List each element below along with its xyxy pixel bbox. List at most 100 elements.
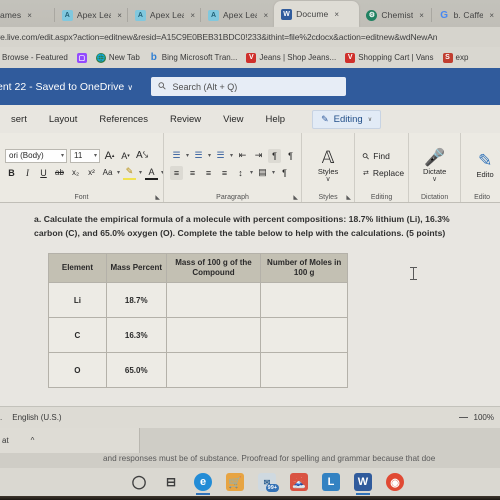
cell-mass-of-compound[interactable] bbox=[165, 352, 262, 388]
change-case-button[interactable]: Aa bbox=[101, 166, 114, 180]
cell-mass-percent[interactable]: 65.0% bbox=[105, 352, 167, 388]
table-row[interactable]: O 65.0% bbox=[48, 352, 348, 388]
align-left-button[interactable]: ≡ bbox=[170, 165, 183, 180]
chevron-down-icon[interactable]: ▾ bbox=[117, 169, 120, 176]
font-dialog-launcher-icon[interactable]: ◣ bbox=[155, 194, 160, 201]
superscript-button[interactable]: x² bbox=[85, 166, 98, 180]
browser-tab-0[interactable]: ames × bbox=[0, 3, 55, 27]
bullets-button[interactable]: ☰ bbox=[170, 149, 183, 163]
shading-button[interactable]: ▤ bbox=[256, 166, 269, 180]
browser-tab-2[interactable]: A Apex Lea × bbox=[128, 3, 202, 27]
browser-tab-5[interactable]: ⚙ Chemist × bbox=[359, 3, 432, 27]
align-center-button[interactable]: ≡ bbox=[186, 166, 199, 180]
paragraph-dialog-launcher-icon[interactable]: ◣ bbox=[293, 194, 298, 201]
italic-button[interactable]: I bbox=[21, 166, 34, 180]
chevron-down-icon[interactable]: ∨ bbox=[368, 116, 372, 123]
decrease-indent-button[interactable]: ⇤ bbox=[236, 149, 249, 163]
chevron-down-icon[interactable]: ▾ bbox=[250, 169, 253, 176]
find-button[interactable]: ⚲ Find bbox=[359, 150, 404, 162]
replace-button[interactable]: ⇄ Replace bbox=[359, 168, 404, 178]
lightroom-icon[interactable]: L bbox=[322, 473, 340, 491]
styles-dialog-launcher-icon[interactable]: ◣ bbox=[346, 194, 351, 201]
mail-icon[interactable]: ✉ 99+ bbox=[258, 473, 279, 492]
align-right-button[interactable]: ≡ bbox=[202, 166, 215, 180]
chevron-down-icon[interactable]: ∨ bbox=[325, 175, 330, 183]
tab-layout[interactable]: Layout bbox=[38, 114, 89, 125]
chevron-down-icon[interactable]: ▾ bbox=[61, 152, 64, 159]
chevron-down-icon[interactable]: ▾ bbox=[272, 169, 275, 176]
line-spacing-button[interactable]: ↕ bbox=[234, 166, 247, 180]
cell-mass-percent[interactable]: 18.7% bbox=[105, 282, 167, 318]
close-icon[interactable]: × bbox=[27, 11, 32, 20]
cell-element[interactable]: O bbox=[48, 352, 107, 388]
close-icon[interactable]: × bbox=[117, 11, 122, 20]
underline-button[interactable]: U bbox=[37, 166, 50, 180]
download-item-label[interactable]: at bbox=[2, 436, 9, 445]
table-row[interactable]: C 16.3% bbox=[48, 317, 348, 353]
zoom-out-button[interactable] bbox=[458, 417, 468, 418]
browser-tab-1[interactable]: A Apex Lea × bbox=[55, 3, 128, 27]
document-title[interactable]: ent 22 - Saved to OneDrive ∨ bbox=[0, 81, 133, 93]
close-icon[interactable]: × bbox=[190, 11, 195, 20]
cell-element[interactable]: Li bbox=[48, 282, 107, 318]
numbering-button[interactable]: ☰ bbox=[192, 149, 205, 163]
tab-help[interactable]: Help bbox=[255, 114, 297, 125]
store-icon[interactable]: 🛒 bbox=[226, 473, 244, 491]
chevron-up-icon[interactable]: ^ bbox=[31, 436, 35, 445]
firefox-icon[interactable]: 🗻 bbox=[290, 473, 308, 491]
shrink-font-button[interactable]: A ▾ bbox=[119, 149, 132, 163]
cell-mass-of-compound[interactable] bbox=[165, 282, 262, 318]
close-icon[interactable]: × bbox=[334, 10, 339, 19]
tab-insert[interactable]: sert bbox=[0, 114, 38, 125]
document-canvas[interactable]: a. Calculate the empirical formula of a … bbox=[0, 203, 500, 406]
bookmark-expedia[interactable]: S exp bbox=[442, 52, 468, 63]
chevron-down-icon[interactable]: ▾ bbox=[186, 152, 189, 159]
status-language[interactable]: English (U.S.) bbox=[12, 413, 61, 422]
cell-number-of-moles[interactable] bbox=[260, 282, 348, 318]
bookmark-bing-translate[interactable]: b Bing Microsoft Tran... bbox=[149, 52, 238, 63]
cortana-icon[interactable]: ◯ bbox=[130, 473, 148, 491]
tab-view[interactable]: View bbox=[212, 114, 254, 125]
chevron-down-icon[interactable]: ∨ bbox=[127, 83, 133, 92]
cell-number-of-moles[interactable] bbox=[260, 317, 348, 353]
strikethrough-button[interactable]: ab bbox=[53, 166, 66, 180]
cell-number-of-moles[interactable] bbox=[260, 352, 348, 388]
editor-button[interactable]: ✎ Edito bbox=[465, 149, 500, 179]
increase-indent-button[interactable]: ⇥ bbox=[252, 149, 265, 163]
justify-button[interactable]: ≡ bbox=[218, 166, 231, 180]
show-formatting-marks-button[interactable]: ¶ bbox=[278, 166, 291, 180]
chevron-down-icon[interactable]: ▾ bbox=[94, 152, 97, 159]
styles-button[interactable]: 𝔸 Styles ∨ bbox=[306, 146, 350, 183]
browser-tab-6[interactable]: G b. Caffei × bbox=[432, 3, 500, 27]
font-name-input[interactable]: ori (Body) ▾ bbox=[5, 148, 67, 163]
task-view-icon[interactable]: ⊟ bbox=[162, 473, 180, 491]
grow-font-button[interactable]: A ▴ bbox=[103, 149, 116, 163]
bookmark-browse-featured[interactable]: Browse - Featured bbox=[2, 53, 68, 62]
word-icon[interactable]: W bbox=[354, 473, 372, 495]
bookmark-shopping-cart-vans[interactable]: V Shopping Cart | Vans bbox=[345, 52, 434, 63]
chevron-down-icon[interactable]: ▾ bbox=[139, 169, 142, 176]
cell-element[interactable]: C bbox=[48, 317, 107, 353]
bookmark-new-tab[interactable]: 🌐 New Tab bbox=[95, 52, 140, 63]
edge-icon[interactable]: e bbox=[194, 473, 212, 495]
browser-tab-3[interactable]: A Apex Lea × bbox=[201, 3, 274, 27]
chevron-down-icon[interactable]: ▾ bbox=[208, 152, 211, 159]
multilevel-list-button[interactable]: ☰ bbox=[214, 149, 227, 163]
chevron-down-icon[interactable]: ▾ bbox=[230, 152, 233, 159]
address-bar[interactable]: ve.live.com/edit.aspx?action=editnew&res… bbox=[0, 27, 500, 47]
cell-mass-percent[interactable]: 16.3% bbox=[105, 317, 167, 353]
clear-formatting-icon[interactable]: A⤥ bbox=[135, 149, 149, 163]
close-icon[interactable]: × bbox=[263, 11, 268, 20]
ltr-paragraph-button[interactable]: ¶ bbox=[284, 149, 297, 163]
highlight-color-button[interactable]: ✎ bbox=[123, 166, 137, 180]
font-color-button[interactable]: A bbox=[145, 166, 159, 180]
chevron-down-icon[interactable]: ∨ bbox=[432, 175, 437, 183]
browser-tab-document-active[interactable]: W Docume × bbox=[274, 1, 360, 27]
subscript-button[interactable]: x₂ bbox=[69, 166, 82, 180]
bookmark-jeans-shop[interactable]: V Jeans | Shop Jeans... bbox=[246, 52, 336, 63]
search-input[interactable]: ⚲ Search (Alt + Q) bbox=[151, 77, 347, 96]
rtl-paragraph-button[interactable]: ¶ bbox=[268, 148, 282, 163]
table-row[interactable]: Li 18.7% bbox=[48, 282, 348, 318]
cell-mass-of-compound[interactable] bbox=[165, 317, 262, 353]
zoom-level-label[interactable]: 100% bbox=[474, 413, 494, 422]
